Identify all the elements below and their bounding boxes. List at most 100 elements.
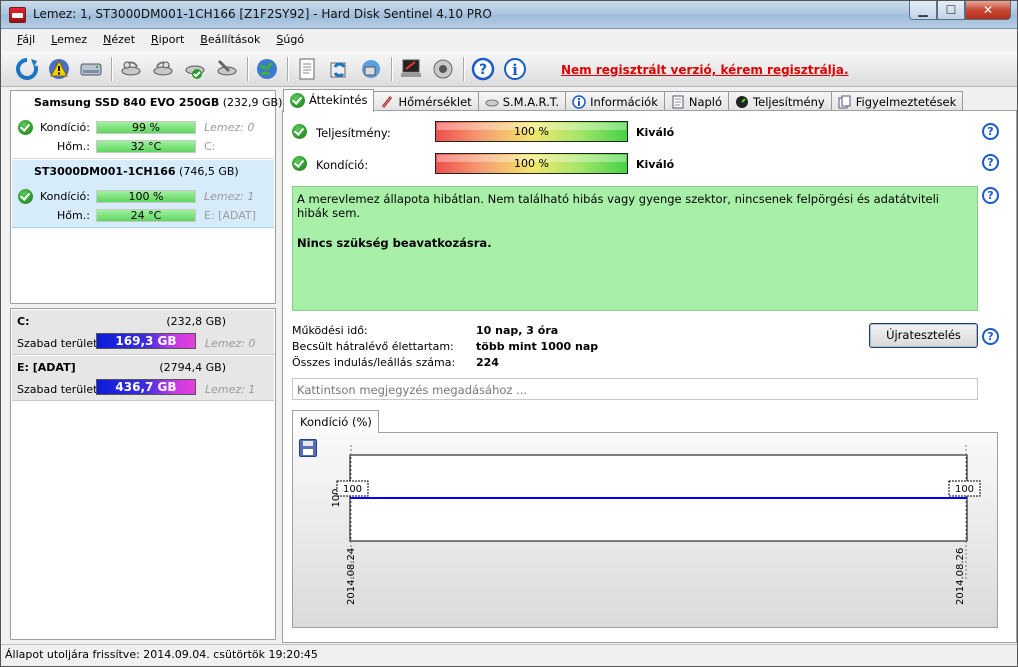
retest-button[interactable]: Újratesztelés bbox=[869, 323, 978, 348]
help-icon: ? bbox=[471, 57, 495, 81]
performance-rating: Kiváló bbox=[636, 126, 675, 139]
volume-disk: Lemez: 0 bbox=[205, 337, 256, 350]
tab-log[interactable]: Napló bbox=[663, 91, 730, 112]
point-label: 100 bbox=[955, 484, 974, 495]
disk-model: ST3000DM001-1CH166 bbox=[34, 165, 176, 178]
svg-text:?: ? bbox=[479, 62, 487, 78]
network-icon bbox=[362, 60, 380, 78]
free-space-bar: 436,7 GB bbox=[96, 379, 196, 395]
disk-name: ST3000DM001-1CH166 (746,5 GB) bbox=[34, 165, 239, 178]
disk-ok-button[interactable] bbox=[181, 55, 209, 83]
speaker-icon bbox=[433, 59, 453, 79]
menu-item-0[interactable]: Fájl bbox=[9, 29, 43, 51]
disk-surface-icon bbox=[153, 61, 173, 76]
web-report-button[interactable] bbox=[253, 55, 281, 83]
about-button[interactable]: i bbox=[501, 55, 529, 83]
alerts-button[interactable] bbox=[45, 55, 73, 83]
menu-item-3[interactable]: Riport bbox=[143, 29, 192, 51]
registration-link[interactable]: Nem regisztrált verzió, kérem regisztrál… bbox=[561, 63, 849, 77]
tab-alerts[interactable]: Figyelmeztetések bbox=[830, 91, 964, 112]
volume-list: C: (232,8 GB) Szabad terület 169,3 GB Le… bbox=[10, 308, 276, 640]
tab-label: Napló bbox=[688, 95, 723, 109]
help-icon[interactable]: ? bbox=[982, 154, 999, 171]
maximize-button[interactable]: ☐ bbox=[937, 1, 965, 20]
drive-index: Lemez: 0 bbox=[204, 121, 255, 134]
report-button[interactable] bbox=[293, 55, 321, 83]
condition-bar: 100 % bbox=[96, 190, 196, 203]
performance-row: Teljesítmény: 100 % Kiváló bbox=[292, 121, 1012, 143]
maximize-icon: ☐ bbox=[945, 3, 957, 17]
tab-label: Hőmérséklet bbox=[398, 95, 472, 109]
tab-temperature[interactable]: Hőmérséklet bbox=[373, 91, 479, 112]
sync-button[interactable] bbox=[325, 55, 353, 83]
menu-item-2[interactable]: Nézet bbox=[95, 29, 143, 51]
tab-performance[interactable]: Teljesítmény bbox=[728, 91, 832, 112]
drive-index: Lemez: 1 bbox=[204, 190, 255, 203]
disk-item-0[interactable]: Samsung SSD 840 EVO 250GB (232,9 GB) Kon… bbox=[12, 91, 282, 159]
disk-info-button[interactable] bbox=[77, 55, 105, 83]
info-icon: i bbox=[504, 58, 526, 80]
test-disk-button[interactable] bbox=[117, 55, 145, 83]
document-icon bbox=[299, 58, 315, 80]
toolbar-separator bbox=[463, 57, 464, 81]
chart-tab-condition[interactable]: Kondíció (%) bbox=[292, 410, 379, 433]
check-icon bbox=[290, 93, 305, 108]
tab-overview[interactable]: Áttekintés bbox=[283, 89, 375, 112]
uptime-label: Működési idő: bbox=[292, 324, 368, 337]
disk-temp-row: Hőm.: 24 °C E: [ADAT] bbox=[12, 207, 274, 223]
computer-button[interactable] bbox=[397, 55, 425, 83]
minimize-button[interactable]: ▁ bbox=[909, 1, 937, 20]
volume-item-c[interactable]: C: (232,8 GB) Szabad terület 169,3 GB Le… bbox=[12, 310, 274, 355]
refresh-icon bbox=[16, 58, 38, 80]
menu-item-4[interactable]: Beállítások bbox=[192, 29, 268, 51]
close-button[interactable]: ✕ bbox=[965, 1, 1011, 20]
log-icon bbox=[672, 95, 684, 109]
info-icon bbox=[572, 95, 586, 109]
menu-item-1[interactable]: Lemez bbox=[43, 29, 95, 51]
hard-disk-icon bbox=[80, 63, 102, 76]
disk-condition-row: Kondíció: 99 % Lemez: 0 bbox=[12, 119, 274, 135]
toolbar-separator bbox=[391, 57, 392, 81]
tab-information[interactable]: Információk bbox=[565, 91, 665, 112]
help-button[interactable]: ? bbox=[469, 55, 497, 83]
alerts-icon bbox=[838, 95, 851, 109]
gauge-icon bbox=[736, 96, 749, 108]
condition-label: Kondíció: bbox=[40, 190, 90, 203]
globe-icon bbox=[257, 59, 277, 79]
tab-label: Teljesítmény bbox=[753, 95, 825, 109]
volume-size: (232,8 GB) bbox=[166, 315, 226, 328]
disk-model: Samsung SSD 840 EVO 250GB bbox=[34, 96, 220, 109]
disk-name: Samsung SSD 840 EVO 250GB (232,9 GB) bbox=[34, 96, 282, 109]
disk-item-1[interactable]: ST3000DM001-1CH166 (746,5 GB) Kondíció: … bbox=[12, 160, 274, 228]
tab-smart[interactable]: S.M.A.R.T. bbox=[477, 91, 567, 112]
tab-label: Információk bbox=[590, 95, 658, 109]
volume-item-e[interactable]: E: [ADAT] (2794,4 GB) Szabad terület 436… bbox=[12, 356, 274, 401]
disk-settings-button[interactable] bbox=[213, 55, 241, 83]
disk-size: (232,9 GB) bbox=[222, 96, 283, 109]
temp-bar: 24 °C bbox=[96, 209, 196, 222]
check-icon bbox=[292, 124, 307, 139]
surface-test-button[interactable] bbox=[149, 55, 177, 83]
note-input[interactable]: Kattintson megjegyzés megadásához ... bbox=[292, 378, 978, 400]
condition-bar: 99 % bbox=[96, 121, 196, 134]
condition-value: 100 % bbox=[514, 157, 549, 170]
help-icon[interactable]: ? bbox=[982, 328, 999, 345]
toolbar-separator bbox=[111, 57, 112, 81]
help-icon[interactable]: ? bbox=[982, 123, 999, 140]
app-window: Lemez: 1, ST3000DM001-1CH166 [Z1F2SY92] … bbox=[0, 0, 1018, 667]
network-button[interactable] bbox=[357, 55, 385, 83]
toolbar-separator bbox=[247, 57, 248, 81]
refresh-button[interactable] bbox=[13, 55, 41, 83]
temp-bar: 32 °C bbox=[96, 140, 196, 153]
app-logo-icon[interactable] bbox=[9, 7, 26, 23]
volume-name: E: [ADAT] bbox=[17, 361, 76, 374]
startstop-value: 224 bbox=[476, 356, 499, 369]
help-icon[interactable]: ? bbox=[982, 187, 999, 204]
menu-bar: Fájl Lemez Nézet Riport Beállítások Súgó bbox=[1, 29, 1017, 51]
menu-item-5[interactable]: Súgó bbox=[268, 29, 312, 51]
title-bar: Lemez: 1, ST3000DM001-1CH166 [Z1F2SY92] … bbox=[1, 1, 1017, 29]
check-icon bbox=[18, 189, 33, 204]
thermometer-icon bbox=[382, 96, 393, 108]
sound-button[interactable] bbox=[429, 55, 457, 83]
performance-label: Teljesítmény: bbox=[316, 126, 391, 140]
